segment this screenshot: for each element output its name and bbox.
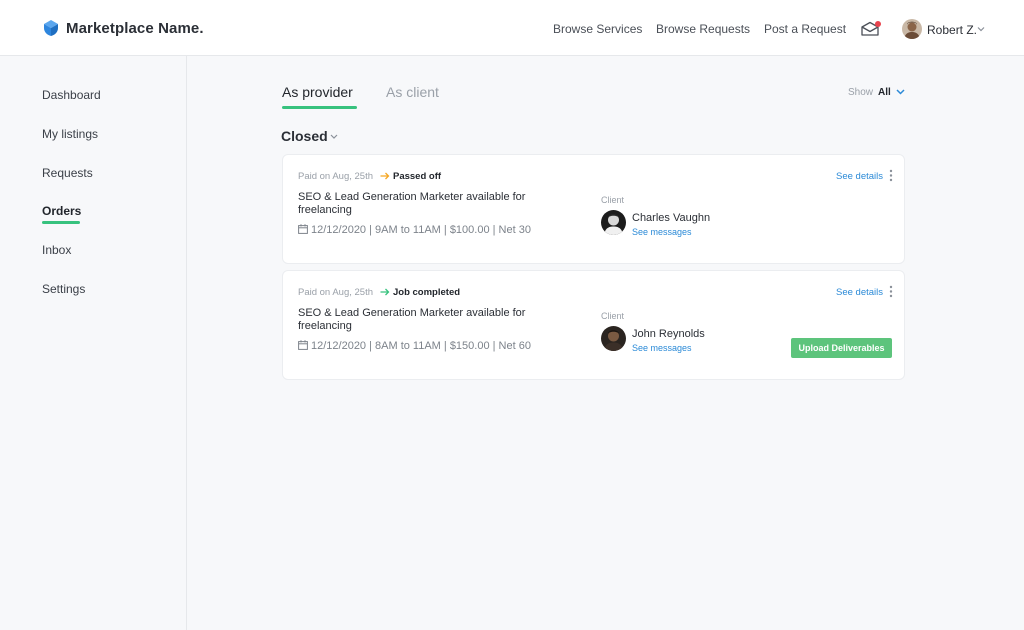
tab-as-provider[interactable]: As provider <box>282 84 353 100</box>
arrow-right-icon <box>380 172 390 180</box>
order-status: Passed off <box>393 171 442 182</box>
calendar-icon <box>298 224 308 234</box>
client-avatar-image <box>601 210 626 235</box>
order-card: Paid on Aug, 25th Passed off SEO & Lead … <box>282 154 905 264</box>
sidebar <box>0 56 187 630</box>
client-label: Client <box>601 311 625 321</box>
chevron-down-icon[interactable] <box>896 89 905 95</box>
order-card: Paid on Aug, 25th Job completed SEO & Le… <box>282 270 905 380</box>
client-name: John Reynolds <box>632 328 705 340</box>
chevron-down-icon[interactable] <box>330 134 338 139</box>
sidebar-active-indicator <box>42 221 80 224</box>
order-meta: 12/12/2020 | 9AM to 11AM | $100.00 | Net… <box>311 224 531 236</box>
order-title[interactable]: SEO & Lead Generation Marketer available… <box>298 307 538 333</box>
sidebar-item-dashboard[interactable]: Dashboard <box>42 88 101 102</box>
nav-post-request[interactable]: Post a Request <box>764 22 846 36</box>
nav-browse-requests[interactable]: Browse Requests <box>656 22 750 36</box>
more-options-icon[interactable] <box>889 169 893 182</box>
chevron-down-icon[interactable] <box>977 26 985 32</box>
order-title[interactable]: SEO & Lead Generation Marketer available… <box>298 191 538 217</box>
sidebar-item-settings[interactable]: Settings <box>42 282 85 296</box>
tab-as-client[interactable]: As client <box>386 84 439 100</box>
sidebar-item-my-listings[interactable]: My listings <box>42 127 98 141</box>
user-name[interactable]: Robert Z. <box>927 23 977 37</box>
logo-icon <box>44 20 58 36</box>
see-details-link[interactable]: See details <box>836 171 883 182</box>
client-name: Charles Vaughn <box>632 212 711 224</box>
see-messages-link[interactable]: See messages <box>632 343 692 353</box>
sidebar-item-requests[interactable]: Requests <box>42 166 93 180</box>
top-header: Marketplace Name. Browse Services Browse… <box>0 0 1024 56</box>
notification-dot <box>875 21 881 27</box>
brand-logo[interactable]: Marketplace Name. <box>42 19 204 37</box>
user-avatar-image <box>902 19 922 39</box>
arrow-right-icon <box>380 288 390 296</box>
client-avatar-image <box>601 326 626 351</box>
status-filter-dropdown[interactable]: Closed <box>281 128 328 144</box>
client-avatar[interactable] <box>601 210 626 235</box>
show-label: Show <box>848 87 874 98</box>
upload-deliverables-button[interactable]: Upload Deliverables <box>791 338 892 358</box>
order-meta: 12/12/2020 | 8AM to 11AM | $150.00 | Net… <box>311 340 531 352</box>
sidebar-item-inbox[interactable]: Inbox <box>42 243 71 257</box>
paid-date: Paid on Aug, 25th <box>298 171 374 182</box>
calendar-icon <box>298 340 308 350</box>
tab-active-indicator <box>282 106 357 109</box>
nav-browse-services[interactable]: Browse Services <box>553 22 642 36</box>
paid-date: Paid on Aug, 25th <box>298 287 374 298</box>
client-avatar[interactable] <box>601 326 626 351</box>
see-messages-link[interactable]: See messages <box>632 227 692 237</box>
show-dropdown[interactable]: All <box>878 87 891 98</box>
client-label: Client <box>601 195 625 205</box>
more-options-icon[interactable] <box>889 285 893 298</box>
user-avatar[interactable] <box>902 19 922 39</box>
sidebar-item-orders[interactable]: Orders <box>42 204 81 218</box>
order-status: Job completed <box>393 287 461 298</box>
see-details-link[interactable]: See details <box>836 287 883 298</box>
brand-name: Marketplace Name. <box>66 19 204 37</box>
